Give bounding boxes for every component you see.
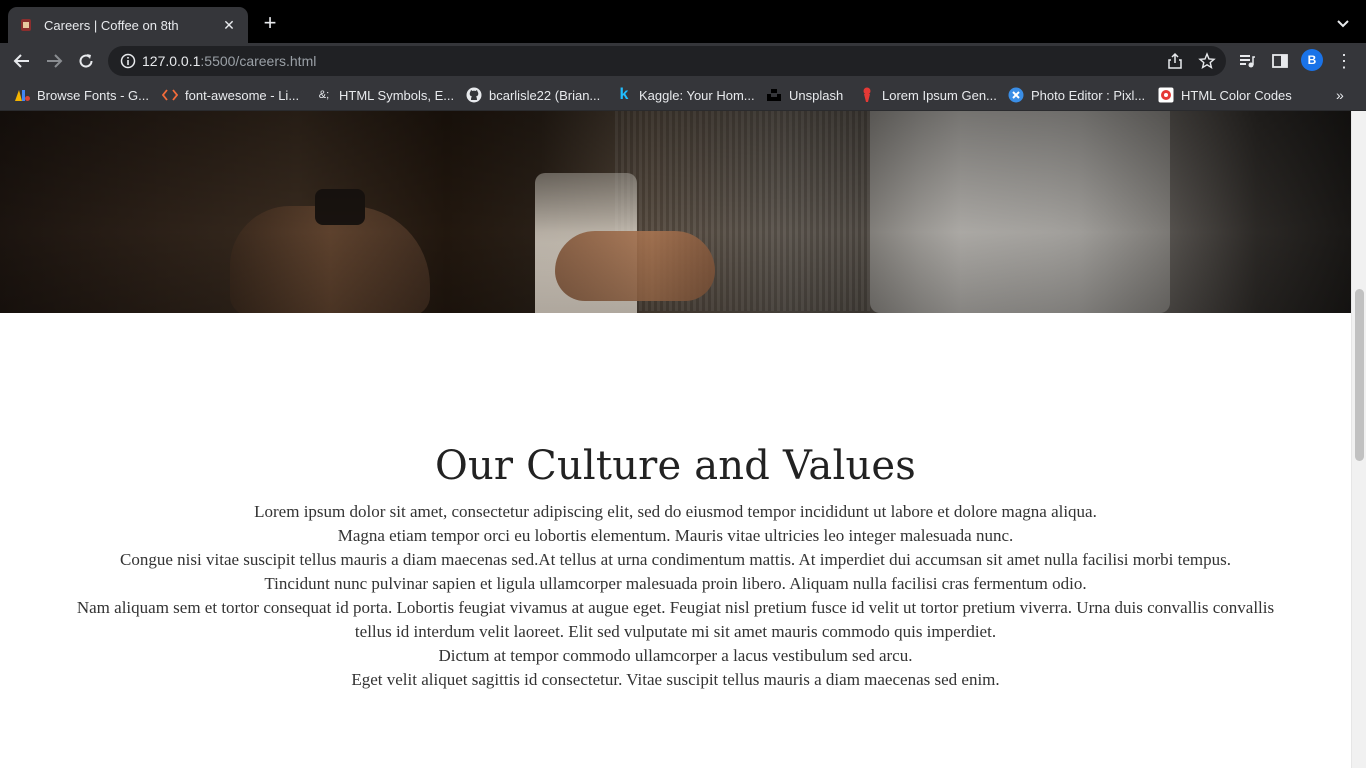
bookmark-label: bcarlisle22 (Brian... — [489, 87, 601, 103]
side-panel-icon[interactable] — [1271, 52, 1289, 70]
tab-search-chevron-icon[interactable] — [1334, 14, 1352, 32]
bookmark-label: HTML Symbols, E... — [339, 87, 455, 103]
kaggle-icon: k — [619, 86, 629, 103]
culture-text: Lorem ipsum dolor sit amet, consectetur … — [0, 500, 1351, 692]
scrollbar-thumb[interactable] — [1355, 289, 1364, 461]
bookmark-pixlr[interactable]: Photo Editor : Pixl... — [1008, 85, 1145, 105]
bookmark-label: Lorem Ipsum Gen... — [882, 87, 997, 103]
bookmark-kaggle[interactable]: k Kaggle: Your Hom... — [616, 85, 755, 105]
page-viewport: Our Culture and Values Lorem ipsum dolor… — [0, 111, 1366, 768]
page-scrollbar[interactable] — [1351, 111, 1366, 768]
browser-tab-active[interactable]: Careers | Coffee on 8th ✕ — [8, 7, 248, 43]
forward-arrow-icon[interactable] — [42, 49, 66, 73]
bookmarks-overflow-button[interactable]: » — [1336, 87, 1344, 103]
culture-paragraph-line: Eget velit aliquet sagittis id consectet… — [351, 670, 1000, 689]
bookmark-label: Browse Fonts - G... — [37, 87, 149, 103]
google-fonts-icon — [14, 87, 30, 103]
profile-avatar[interactable]: B — [1301, 49, 1323, 71]
browser-tab-strip: Careers | Coffee on 8th ✕ + — [0, 0, 1366, 43]
bookmark-lorem-ipsum[interactable]: Lorem Ipsum Gen... — [859, 85, 997, 105]
culture-paragraph-line: Magna etiam tempor orci eu lobortis elem… — [337, 526, 1014, 545]
code-icon — [162, 87, 178, 103]
bookmark-font-awesome[interactable]: font-awesome - Li... — [162, 85, 299, 105]
url-path: :5500/careers.html — [200, 53, 317, 69]
tab-close-icon[interactable]: ✕ — [220, 17, 238, 34]
site-info-icon[interactable] — [120, 53, 136, 69]
share-icon[interactable] — [1166, 52, 1184, 70]
browser-toolbar: 127.0.0.1:5500/careers.html B ⋮ — [0, 43, 1366, 79]
culture-paragraph-line: Congue nisi vitae suscipit tellus mauris… — [120, 550, 1231, 569]
culture-section: Our Culture and Values — [0, 443, 1351, 489]
hero-overlay — [0, 111, 1351, 313]
unsplash-icon — [766, 87, 782, 103]
bookmark-unsplash[interactable]: Unsplash — [766, 85, 843, 105]
ampersand-icon: &; — [318, 89, 330, 101]
bookmark-github[interactable]: bcarlisle22 (Brian... — [466, 85, 600, 105]
culture-paragraph-line: Tincidunt nunc pulvinar sapien et ligula… — [264, 574, 1087, 593]
bookmark-label: HTML Color Codes — [1181, 87, 1292, 103]
color-codes-icon — [1158, 87, 1174, 103]
lorem-ipsum-icon — [859, 87, 875, 103]
back-arrow-icon[interactable] — [10, 49, 34, 73]
bookmarks-bar: Browse Fonts - G... font-awesome - Li...… — [0, 79, 1366, 111]
culture-paragraph-line: Nam aliquam sem et tortor consequat id p… — [76, 598, 1275, 641]
media-playlist-icon[interactable] — [1238, 52, 1256, 70]
bookmark-google-fonts[interactable]: Browse Fonts - G... — [14, 85, 149, 105]
bookmark-star-icon[interactable] — [1198, 52, 1216, 70]
culture-paragraph-line: Lorem ipsum dolor sit amet, consectetur … — [254, 502, 1097, 521]
new-tab-button[interactable]: + — [258, 12, 282, 36]
github-icon — [466, 87, 482, 103]
bookmark-label: Unsplash — [789, 87, 844, 103]
coffee-favicon-icon — [18, 17, 34, 33]
hero-image — [0, 111, 1351, 313]
culture-heading: Our Culture and Values — [434, 443, 917, 489]
bookmark-label: Photo Editor : Pixl... — [1031, 87, 1146, 103]
tab-title: Careers | Coffee on 8th — [44, 17, 179, 33]
bookmark-html-symbols[interactable]: &; HTML Symbols, E... — [316, 85, 454, 105]
address-bar[interactable]: 127.0.0.1:5500/careers.html — [108, 46, 1226, 76]
bookmark-label: font-awesome - Li... — [185, 87, 300, 103]
reload-icon[interactable] — [74, 49, 98, 73]
url-host: 127.0.0.1 — [142, 53, 201, 69]
bookmark-label: Kaggle: Your Hom... — [639, 87, 755, 103]
bookmark-html-color-codes[interactable]: HTML Color Codes — [1158, 85, 1292, 105]
pixlr-icon — [1008, 87, 1024, 103]
browser-menu-icon[interactable]: ⋮ — [1335, 51, 1353, 71]
culture-paragraph-line: Dictum at tempor commodo ullamcorper a l… — [438, 646, 913, 665]
